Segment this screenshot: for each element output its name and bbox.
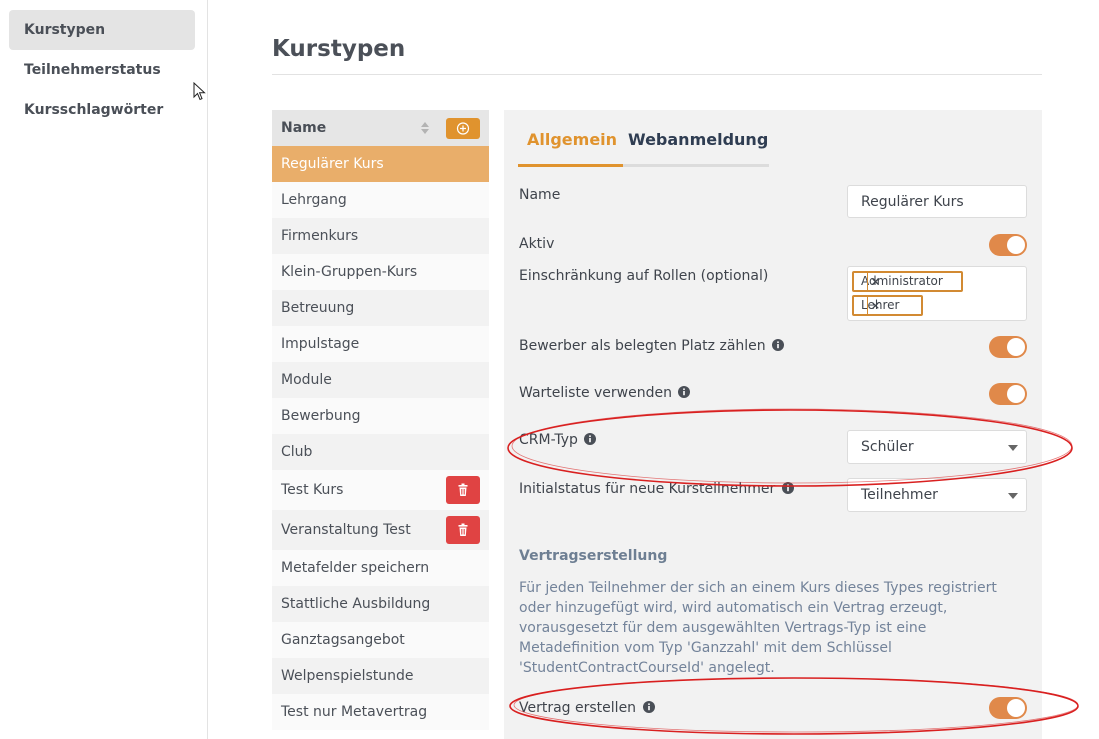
list-item[interactable]: Ganztagsangebot (272, 622, 489, 658)
detail-panel: Allgemein Webanmeldung Name Regulärer Ku… (504, 110, 1042, 739)
list-item[interactable]: Test Kurs (272, 470, 489, 510)
sidebar-item-kurstypen[interactable]: Kurstypen (9, 10, 195, 50)
plus-circle-icon (456, 122, 470, 135)
initial-status-label-text: Initialstatus für neue Kursteilnehmer (519, 481, 776, 497)
list-item-label: Test Kurs (281, 482, 344, 498)
list-item[interactable]: Bewerbung (272, 398, 489, 434)
trash-icon (458, 483, 468, 496)
list-item[interactable]: Betreuung (272, 290, 489, 326)
list-item[interactable]: Welpenspielstunde (272, 658, 489, 694)
name-input-value: Regulärer Kurs (861, 194, 964, 210)
warteliste-label-text: Warteliste verwenden (519, 385, 672, 401)
aktiv-toggle[interactable] (989, 234, 1027, 256)
trash-icon (458, 523, 468, 536)
list-item[interactable]: Klein-Gruppen-Kurs (272, 254, 489, 290)
list-item[interactable]: Club (272, 434, 489, 470)
initial-status-label: Initialstatus für neue Kursteilnehmer (519, 481, 794, 497)
initial-status-select[interactable]: Teilnehmer (847, 478, 1027, 512)
crm-type-label: CRM-Typ (519, 432, 597, 448)
aktiv-label: Aktiv (519, 236, 555, 252)
remove-tag-icon[interactable]: × (867, 297, 883, 314)
remove-tag-icon[interactable]: × (867, 273, 883, 290)
page-title: Kurstypen (272, 36, 406, 62)
vertrag-label: Vertrag erstellen (519, 700, 655, 716)
list-item-label: Veranstaltung Test (281, 522, 411, 538)
role-tag: Administrator × (852, 271, 963, 292)
delete-button[interactable] (446, 476, 480, 504)
roles-multiselect[interactable]: Administrator × Lehrer × (847, 266, 1027, 321)
sidebar-item-teilnehmerstatus[interactable]: Teilnehmerstatus (9, 50, 195, 90)
delete-button[interactable] (446, 516, 480, 544)
list-header: Name (272, 110, 489, 146)
course-type-list: Name Regulärer Kurs Lehrgang Firmenkurs … (272, 110, 489, 730)
title-divider (272, 74, 1042, 75)
sort-icon[interactable] (420, 121, 430, 135)
section-heading: Vertragserstellung (519, 548, 668, 564)
crm-type-label-text: CRM-Typ (519, 432, 578, 448)
warteliste-label: Warteliste verwenden (519, 385, 691, 401)
warteliste-toggle[interactable] (989, 383, 1027, 405)
role-tag: Lehrer × (852, 295, 923, 316)
list-item[interactable]: Impulstage (272, 326, 489, 362)
mouse-cursor-icon (193, 82, 206, 101)
list-item[interactable]: Firmenkurs (272, 218, 489, 254)
info-icon[interactable] (678, 386, 691, 398)
list-item[interactable]: Veranstaltung Test (272, 510, 489, 550)
list-item[interactable]: Lehrgang (272, 182, 489, 218)
name-label: Name (519, 187, 561, 203)
info-icon[interactable] (772, 339, 785, 351)
list-item[interactable]: Module (272, 362, 489, 398)
vertrag-toggle[interactable] (989, 697, 1027, 719)
bewerber-label: Bewerber als belegten Platz zählen (519, 338, 785, 354)
crm-type-select[interactable]: Schüler (847, 430, 1027, 464)
info-icon[interactable] (584, 433, 597, 445)
bewerber-label-text: Bewerber als belegten Platz zählen (519, 338, 766, 354)
list-item[interactable]: Regulärer Kurs (272, 146, 489, 182)
name-input[interactable]: Regulärer Kurs (847, 185, 1027, 218)
list-item[interactable]: Test nur Metavertrag (272, 694, 489, 730)
active-tab-indicator (518, 164, 623, 167)
add-course-type-button[interactable] (446, 118, 480, 139)
sidebar: Kurstypen Teilnehmerstatus Kursschlagwör… (0, 0, 208, 739)
chevron-down-icon (1008, 445, 1018, 451)
initial-status-value: Teilnehmer (861, 487, 938, 503)
tab-webanmeldung[interactable]: Webanmeldung (628, 130, 768, 149)
roles-label: Einschränkung auf Rollen (optional) (519, 268, 769, 284)
info-icon[interactable] (781, 482, 794, 494)
column-header-name[interactable]: Name (281, 120, 326, 136)
bewerber-toggle[interactable] (989, 336, 1027, 358)
list-item[interactable]: Metafelder speichern (272, 550, 489, 586)
section-description: Für jeden Teilnehmer der sich an einem K… (519, 580, 997, 676)
tab-allgemein[interactable]: Allgemein (527, 130, 617, 149)
info-icon[interactable] (642, 701, 655, 713)
list-item[interactable]: Stattliche Ausbildung (272, 586, 489, 622)
crm-type-value: Schüler (861, 439, 914, 455)
chevron-down-icon (1008, 493, 1018, 499)
vertrag-label-text: Vertrag erstellen (519, 700, 637, 716)
sidebar-item-kursschlagwoerter[interactable]: Kursschlagwörter (9, 90, 195, 130)
